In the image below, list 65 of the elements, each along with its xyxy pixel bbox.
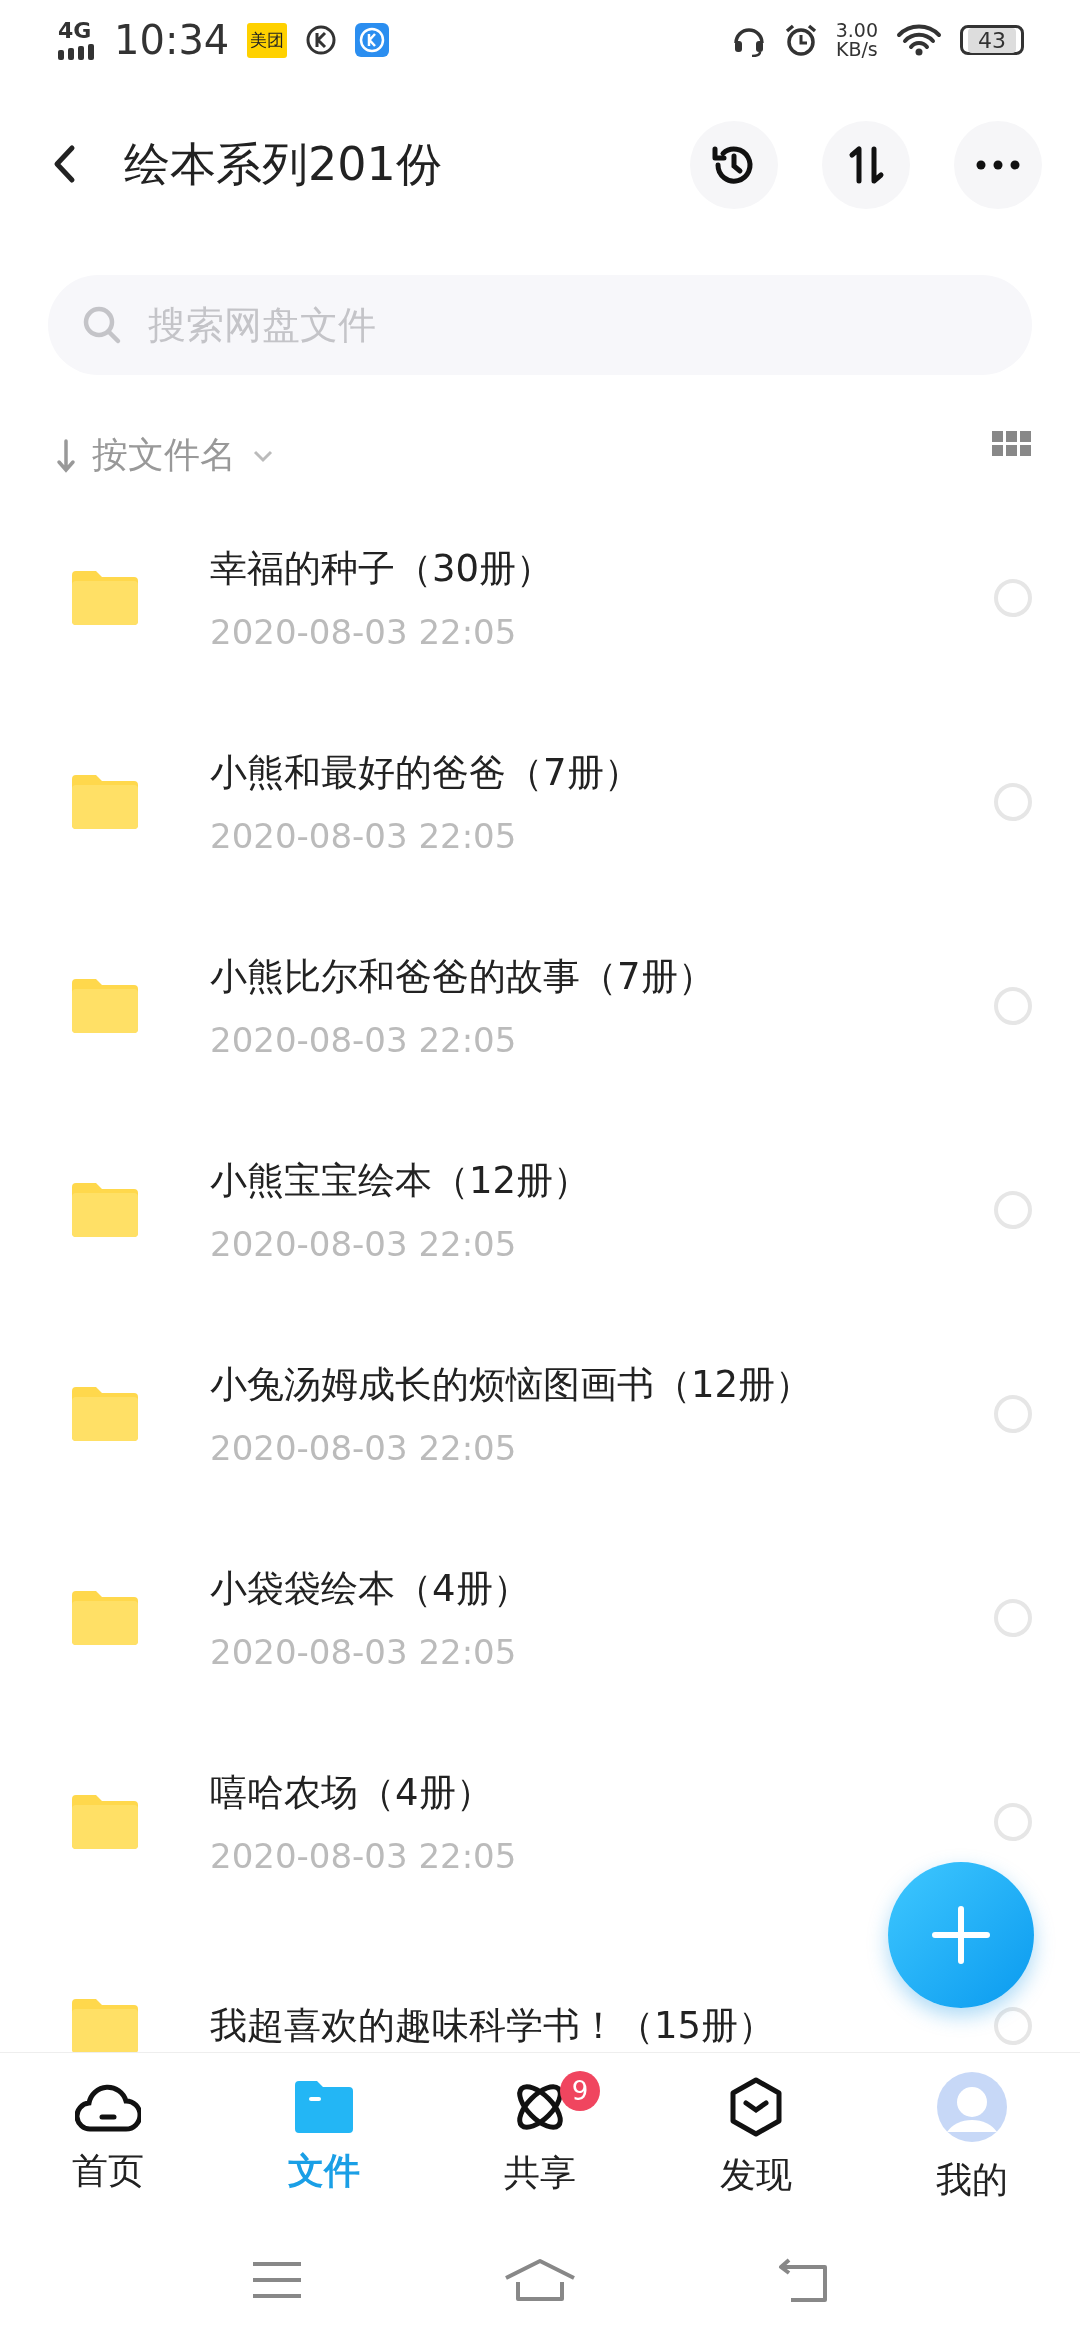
app-notification-icon: 美团 bbox=[247, 22, 288, 58]
folder-icon bbox=[72, 1591, 138, 1645]
avatar-icon bbox=[937, 2071, 1007, 2142]
folder-title: 绘本系列201份 bbox=[124, 136, 443, 193]
file-name: 小袋袋绘本（4册） bbox=[210, 1566, 531, 1612]
wifi-icon bbox=[896, 24, 942, 56]
file-row[interactable]: 小熊宝宝绘本（12册） 2020-08-03 22:05 bbox=[0, 1108, 1080, 1312]
tab-item[interactable]: 我的 bbox=[864, 2053, 1080, 2223]
file-date: 2020-08-03 22:05 bbox=[210, 1224, 518, 1264]
file-date: 2020-08-03 22:05 bbox=[210, 612, 518, 652]
file-name: 嘻哈农场（4册） bbox=[210, 1770, 494, 1816]
file-name: 我超喜欢的趣味科学书！（15册） bbox=[210, 2003, 777, 2049]
battery-level: 43 bbox=[968, 27, 1016, 53]
clock-time: 10:34 bbox=[114, 17, 230, 63]
file-date: 2020-08-03 22:05 bbox=[210, 1632, 518, 1672]
file-name: 小熊比尔和爸爸的故事（7册） bbox=[210, 954, 716, 1000]
folder-icon bbox=[72, 1387, 138, 1441]
hexagon-icon bbox=[728, 2076, 784, 2137]
tab-item[interactable]: 首页 bbox=[0, 2053, 216, 2223]
select-radio[interactable] bbox=[994, 987, 1032, 1025]
file-date: 2020-08-03 22:05 bbox=[210, 1428, 518, 1468]
folder-icon bbox=[72, 1999, 138, 2052]
folder-icon bbox=[72, 1183, 138, 1237]
file-row[interactable]: 小兔汤姆成长的烦恼图画书（12册） 2020-08-03 22:05 bbox=[0, 1312, 1080, 1516]
file-row[interactable]: 小袋袋绘本（4册） 2020-08-03 22:05 bbox=[0, 1516, 1080, 1720]
folder-icon bbox=[72, 571, 138, 625]
file-date: 2020-08-03 22:05 bbox=[210, 1836, 518, 1876]
file-name: 小熊和最好的爸爸（7册） bbox=[210, 750, 642, 796]
select-radio[interactable] bbox=[994, 579, 1032, 617]
network-type: 4G bbox=[58, 20, 93, 42]
folder-icon bbox=[295, 2080, 353, 2133]
plus-icon bbox=[931, 1905, 991, 1965]
notification-badge: 9 bbox=[560, 2071, 600, 2111]
file-name: 幸福的种子（30册） bbox=[210, 546, 555, 592]
file-row[interactable]: 小熊和最好的爸爸（7册） 2020-08-03 22:05 bbox=[0, 700, 1080, 904]
select-radio[interactable] bbox=[994, 1191, 1032, 1229]
signal-icon bbox=[58, 44, 96, 60]
arrow-down-icon bbox=[56, 438, 76, 473]
folder-icon bbox=[72, 775, 138, 829]
select-radio[interactable] bbox=[994, 1395, 1032, 1433]
file-row[interactable]: 幸福的种子（30册） 2020-08-03 22:05 bbox=[0, 496, 1080, 700]
file-date: 2020-08-03 22:05 bbox=[210, 1020, 518, 1060]
file-name: 小熊宝宝绘本（12册） bbox=[210, 1158, 592, 1204]
select-radio[interactable] bbox=[994, 783, 1032, 821]
more-icon bbox=[976, 160, 1020, 170]
folder-icon bbox=[72, 1795, 138, 1849]
file-row[interactable]: 小熊比尔和爸爸的故事（7册） 2020-08-03 22:05 bbox=[0, 904, 1080, 1108]
k-app-icon bbox=[355, 23, 390, 57]
folder-icon bbox=[72, 979, 138, 1033]
file-name: 小兔汤姆成长的烦恼图画书（12册） bbox=[210, 1362, 814, 1408]
select-radio[interactable] bbox=[994, 1599, 1032, 1637]
chevron-down-icon bbox=[252, 448, 274, 463]
alarm-icon bbox=[783, 23, 818, 57]
network-speed: 3.00 bbox=[835, 21, 878, 40]
speed-unit: KB/s bbox=[835, 40, 878, 59]
select-radio[interactable] bbox=[994, 1803, 1032, 1841]
search-icon bbox=[82, 305, 122, 345]
file-date: 2020-08-03 22:05 bbox=[210, 816, 518, 856]
tab-item[interactable]: 发现 bbox=[648, 2053, 864, 2223]
back-nav-button[interactable] bbox=[777, 2258, 830, 2305]
add-button[interactable] bbox=[888, 1862, 1034, 2008]
tab-item[interactable]: 共享 9 bbox=[432, 2053, 648, 2223]
select-radio[interactable] bbox=[994, 2007, 1032, 2045]
k-circle-icon bbox=[305, 24, 338, 56]
file-row[interactable]: 嘻哈农场（4册） 2020-08-03 22:05 bbox=[0, 1720, 1080, 1924]
